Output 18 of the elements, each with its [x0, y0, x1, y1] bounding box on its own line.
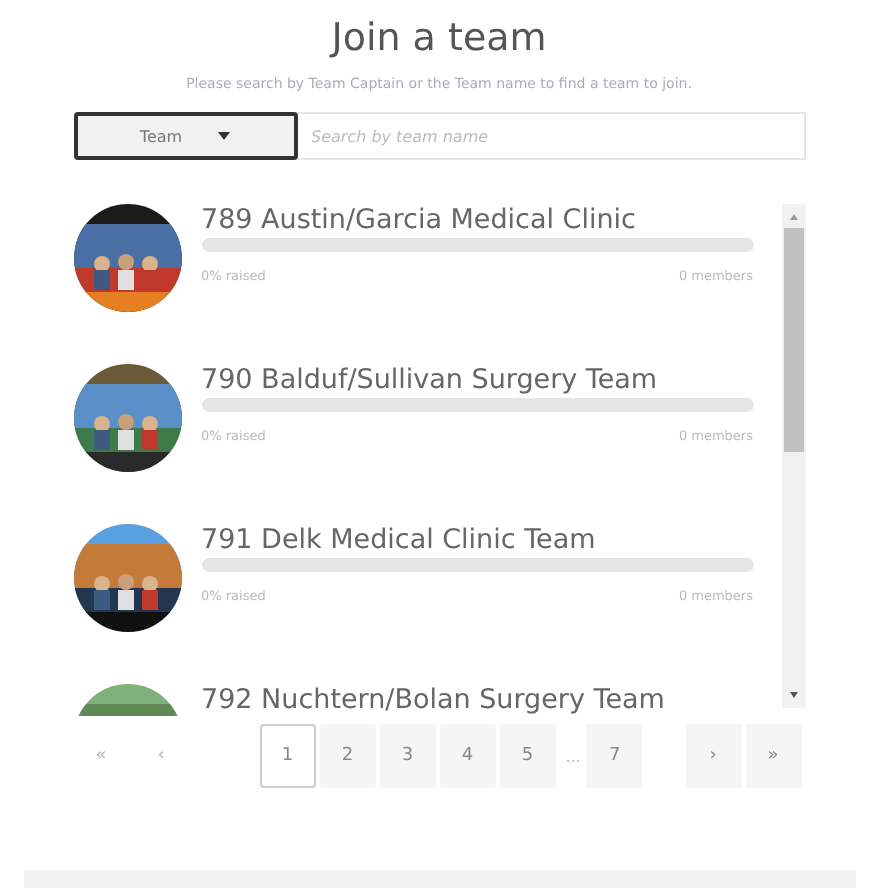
page-button[interactable]: 7 [586, 724, 643, 788]
page-button[interactable]: 3 [379, 724, 436, 788]
page-button[interactable]: 2 [319, 724, 376, 788]
filter-dropdown[interactable]: Team [73, 112, 297, 160]
next-page-button[interactable]: › [685, 724, 741, 788]
team-name[interactable]: 790 Balduf/Sullivan Surgery Team [201, 364, 753, 396]
team-name[interactable]: 791 Delk Medical Clinic Team [201, 524, 753, 556]
page-title: Join a team [331, 16, 547, 60]
page-button[interactable]: 4 [439, 724, 496, 788]
caret-icon [218, 132, 231, 140]
last-page-button[interactable]: » [745, 724, 801, 788]
search-field[interactable]: Search by team name [297, 112, 805, 160]
page-button[interactable]: 1 [259, 724, 316, 788]
page-button[interactable]: 5 [499, 724, 556, 788]
team-name[interactable]: 789 Austin/Garcia Medical Clinic [201, 204, 753, 236]
team-name[interactable]: 792 Nuchtern/Bolan Surgery Team [201, 684, 753, 716]
scrollbar[interactable] [781, 204, 805, 708]
ellipsis-text: ... [565, 747, 581, 765]
